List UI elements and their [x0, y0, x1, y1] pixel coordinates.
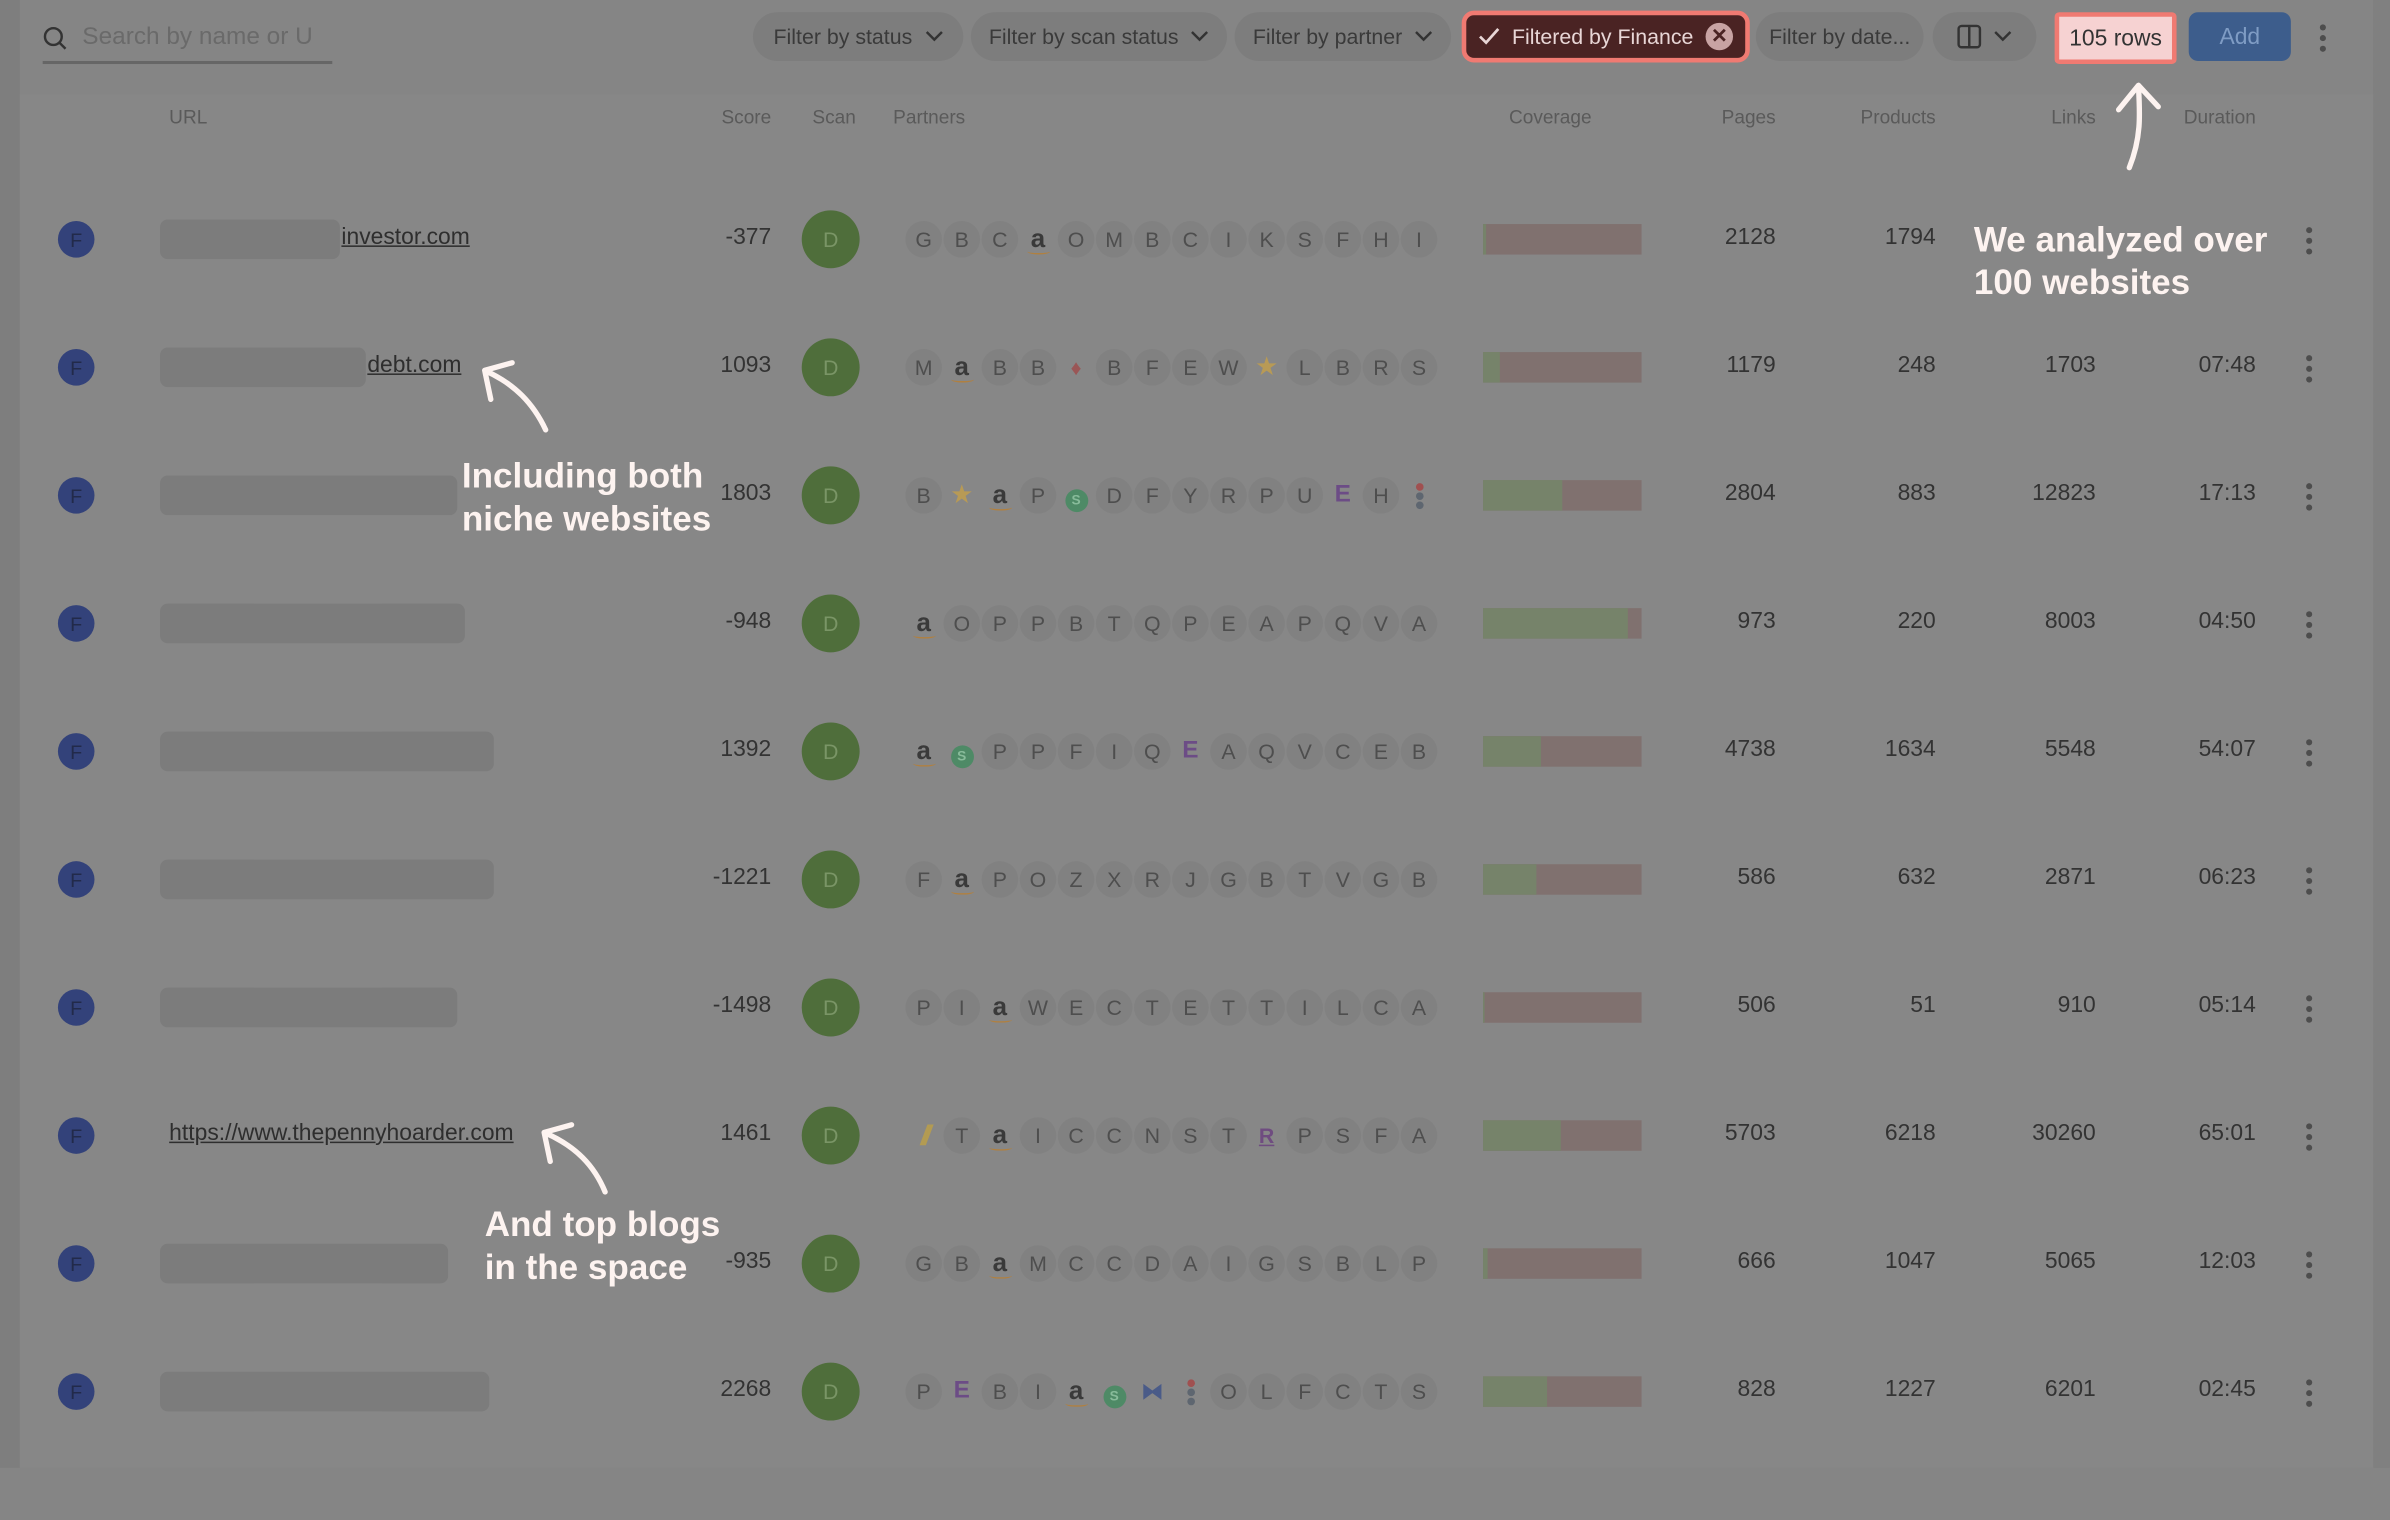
app-screen: Filter by status Filter by scan status F… [0, 0, 2390, 1468]
annotation-arrows [482, 82, 2161, 1195]
arrow-up-left-icon [541, 1122, 608, 1195]
arrow-up-icon [2115, 82, 2161, 171]
arrow-up-left-icon [482, 360, 549, 433]
